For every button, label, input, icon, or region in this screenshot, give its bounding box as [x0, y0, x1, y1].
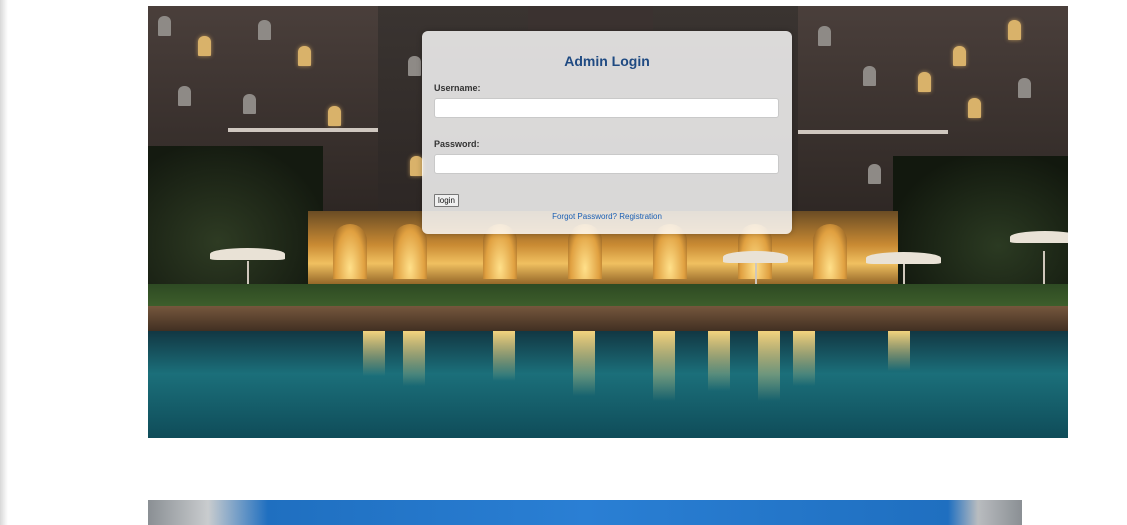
admin-login-panel: Admin Login Username: Password: login Fo… — [422, 31, 792, 234]
hero-garden-left — [148, 146, 323, 306]
hero-window — [818, 26, 831, 46]
hero-window — [918, 72, 931, 92]
hero-umbrella — [723, 251, 788, 263]
hero-reflection — [888, 331, 910, 371]
hero-window — [863, 66, 876, 86]
hero-arch — [813, 224, 847, 279]
login-title: Admin Login — [564, 53, 650, 69]
hero-reflection — [403, 331, 425, 386]
hero-window — [1018, 78, 1031, 98]
window-edge-shadow — [0, 0, 8, 525]
page: Admin Login Username: Password: login Fo… — [0, 0, 1127, 525]
hero-lawn — [148, 284, 1068, 306]
hero-umbrella — [1010, 231, 1068, 243]
password-input[interactable] — [434, 154, 779, 174]
hero-balcony — [228, 128, 378, 132]
hero-arch — [333, 224, 367, 279]
hero-window — [298, 46, 311, 66]
hero-window — [258, 20, 271, 40]
hero-umbrella — [210, 248, 285, 260]
registration-link[interactable]: Registration — [619, 212, 662, 221]
hero-window — [178, 86, 191, 106]
hero-umbrella — [866, 252, 941, 264]
hero-window — [243, 94, 256, 114]
hero-window — [868, 164, 881, 184]
hero-pool — [148, 331, 1068, 438]
hero-window — [198, 36, 211, 56]
hero-reflection — [653, 331, 675, 401]
hero-reflection — [708, 331, 730, 391]
hero-window — [328, 106, 341, 126]
username-input[interactable] — [434, 98, 779, 118]
username-label: Username: — [434, 83, 481, 93]
hero-reflection — [758, 331, 780, 401]
hero-window — [968, 98, 981, 118]
account-links: Forgot Password? Registration — [422, 212, 792, 221]
login-button[interactable]: login — [434, 194, 459, 207]
hero-window — [1008, 20, 1021, 40]
forgot-password-link[interactable]: Forgot Password? — [552, 212, 617, 221]
hero-reflection — [363, 331, 385, 376]
hero-reflection — [493, 331, 515, 381]
hero-window — [408, 56, 421, 76]
hero-reflection — [793, 331, 815, 386]
hero-reflection — [573, 331, 595, 396]
second-hotel-image — [148, 500, 1022, 525]
hero-window — [953, 46, 966, 66]
password-label: Password: — [434, 139, 480, 149]
hero-balcony — [798, 130, 948, 134]
hero-arch — [393, 224, 427, 279]
hero-window — [158, 16, 171, 36]
